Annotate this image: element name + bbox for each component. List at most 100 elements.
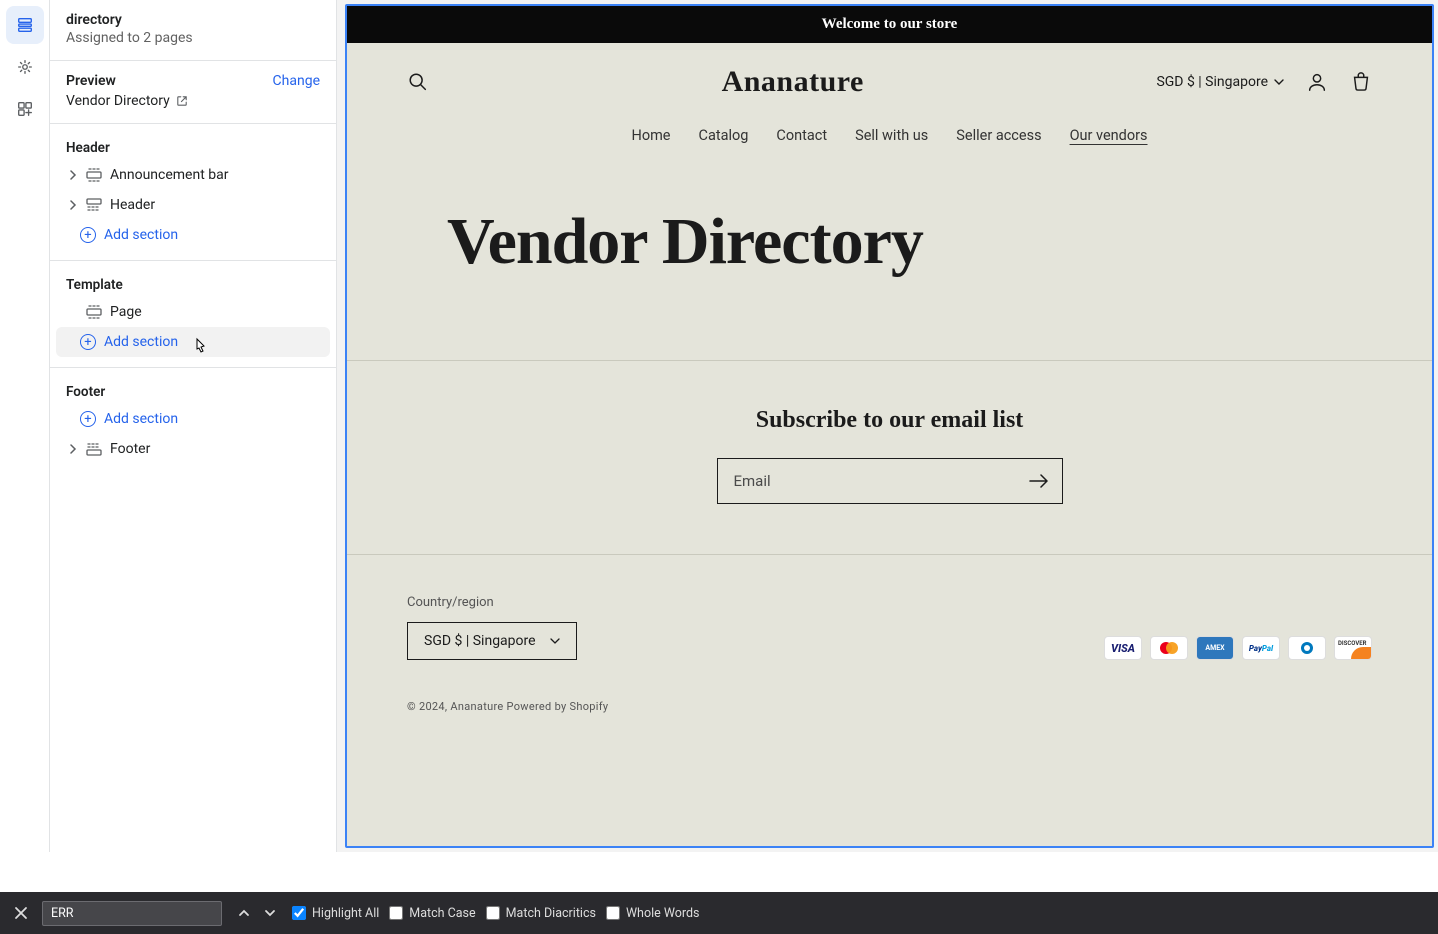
nav-home[interactable]: Home xyxy=(631,127,670,144)
browser-find-bar: Highlight All Match Case Match Diacritic… xyxy=(0,892,1438,934)
match-case-toggle[interactable]: Match Case xyxy=(389,906,475,921)
nav-sell-with-us[interactable]: Sell with us xyxy=(855,127,928,144)
add-section-template[interactable]: + Add section xyxy=(56,327,330,357)
nav-contact[interactable]: Contact xyxy=(776,127,827,144)
match-diacritics-checkbox[interactable] xyxy=(486,906,500,920)
locale-selector-top[interactable]: SGD $ | Singapore xyxy=(1156,74,1284,90)
section-footer[interactable]: Footer xyxy=(56,434,330,464)
cart-icon[interactable] xyxy=(1350,71,1372,93)
template-header: directory Assigned to 2 pages xyxy=(50,0,336,61)
section-icon xyxy=(86,305,102,319)
country-value: SGD $ | Singapore xyxy=(424,633,536,649)
close-findbar[interactable] xyxy=(10,902,32,924)
apps-icon xyxy=(16,100,34,118)
footer-group-title: Footer xyxy=(50,378,336,404)
email-input[interactable] xyxy=(718,472,1016,490)
external-link-icon xyxy=(176,95,188,107)
chevron-up-icon xyxy=(238,907,250,919)
preview-page-name: Vendor Directory xyxy=(66,93,170,109)
chevron-right-icon xyxy=(68,200,78,210)
match-diacritics-label: Match Diacritics xyxy=(506,906,596,921)
highlight-all-checkbox[interactable] xyxy=(292,906,306,920)
copyright-brand-link[interactable]: Ananature xyxy=(450,700,503,713)
nav-our-vendors[interactable]: Our vendors xyxy=(1070,127,1148,144)
payment-paypal: PayPal xyxy=(1242,636,1280,660)
find-next[interactable] xyxy=(258,901,282,925)
highlight-all-toggle[interactable]: Highlight All xyxy=(292,906,379,921)
section-icon xyxy=(86,168,102,182)
page-content: Vendor Directory xyxy=(347,144,1432,360)
whole-words-label: Whole Words xyxy=(626,906,700,921)
preview-pane: Welcome to our store Ananature SGD $ | S… xyxy=(337,0,1438,852)
payment-discover: DISCOVER xyxy=(1334,636,1372,660)
section-label: Header xyxy=(110,197,155,213)
match-diacritics-toggle[interactable]: Match Diacritics xyxy=(486,906,596,921)
plus-circle-icon: + xyxy=(80,334,96,350)
theme-settings-tab[interactable] xyxy=(6,48,44,86)
add-section-label: Add section xyxy=(104,334,178,350)
section-page[interactable]: Page xyxy=(56,297,330,327)
page-title: Vendor Directory xyxy=(447,204,1332,280)
whole-words-checkbox[interactable] xyxy=(606,906,620,920)
subscribe-button[interactable] xyxy=(1016,474,1062,488)
add-section-footer[interactable]: + Add section xyxy=(50,404,336,434)
close-icon xyxy=(14,906,28,920)
payment-visa: VISA xyxy=(1104,636,1142,660)
newsletter-section: Subscribe to our email list xyxy=(347,360,1432,554)
subscribe-heading: Subscribe to our email list xyxy=(407,407,1372,434)
header-group-title: Header xyxy=(50,134,336,160)
chevron-down-icon xyxy=(264,907,276,919)
payment-diners xyxy=(1288,636,1326,660)
highlight-all-label: Highlight All xyxy=(312,906,379,921)
template-group: Template Page + Add section xyxy=(50,260,336,367)
chevron-down-icon xyxy=(1274,77,1284,87)
editor-icon-rail xyxy=(0,0,50,852)
preview-selector: Preview Change Vendor Directory xyxy=(50,61,336,124)
preview-label: Preview xyxy=(66,73,116,89)
find-prev[interactable] xyxy=(232,901,256,925)
account-icon[interactable] xyxy=(1306,71,1328,93)
template-group-title: Template xyxy=(50,271,336,297)
copyright-suffix: Powered by Shopify xyxy=(504,700,609,713)
sections-sidebar: directory Assigned to 2 pages Preview Ch… xyxy=(50,0,337,852)
main-nav: Home Catalog Contact Sell with us Seller… xyxy=(407,127,1372,144)
payment-mastercard xyxy=(1150,636,1188,660)
country-selector[interactable]: SGD $ | Singapore xyxy=(407,622,577,660)
gear-icon xyxy=(16,58,34,76)
whole-words-toggle[interactable]: Whole Words xyxy=(606,906,700,921)
plus-circle-icon: + xyxy=(80,227,96,243)
nav-catalog[interactable]: Catalog xyxy=(699,127,749,144)
add-section-header[interactable]: + Add section xyxy=(50,220,336,250)
preview-page-link[interactable]: Vendor Directory xyxy=(66,93,320,109)
match-case-label: Match Case xyxy=(409,906,475,921)
locale-label: SGD $ | Singapore xyxy=(1156,74,1268,90)
app-embeds-tab[interactable] xyxy=(6,90,44,128)
find-input[interactable] xyxy=(42,901,222,926)
payment-amex: AMEX xyxy=(1196,636,1234,660)
chevron-down-icon xyxy=(550,636,560,646)
nav-seller-access[interactable]: Seller access xyxy=(956,127,1041,144)
change-preview-link[interactable]: Change xyxy=(273,73,320,89)
plus-circle-icon: + xyxy=(80,411,96,427)
sections-tab[interactable] xyxy=(6,6,44,44)
header-group: Header Announcement bar Header + Add sec… xyxy=(50,124,336,260)
store-canvas[interactable]: Welcome to our store Ananature SGD $ | S… xyxy=(345,4,1434,848)
sections-icon xyxy=(16,16,34,34)
section-icon xyxy=(86,442,102,456)
copyright-prefix: © 2024, xyxy=(407,700,450,713)
section-announcement-bar[interactable]: Announcement bar xyxy=(56,160,330,190)
chevron-right-icon xyxy=(68,444,78,454)
add-section-label: Add section xyxy=(104,227,178,243)
payment-icons: VISA AMEX PayPal DISCOVER xyxy=(1104,636,1372,660)
store-brand[interactable]: Ananature xyxy=(722,65,864,99)
add-section-label: Add section xyxy=(104,411,178,427)
search-icon[interactable] xyxy=(407,71,429,93)
announcement-bar[interactable]: Welcome to our store xyxy=(347,6,1432,43)
section-header[interactable]: Header xyxy=(56,190,330,220)
section-icon xyxy=(86,198,102,212)
cursor-pointer-icon xyxy=(192,337,210,357)
footer-bottom: Country/region SGD $ | Singapore VISA AM… xyxy=(347,554,1432,733)
template-name: directory xyxy=(66,12,320,28)
country-label: Country/region xyxy=(407,595,577,610)
match-case-checkbox[interactable] xyxy=(389,906,403,920)
